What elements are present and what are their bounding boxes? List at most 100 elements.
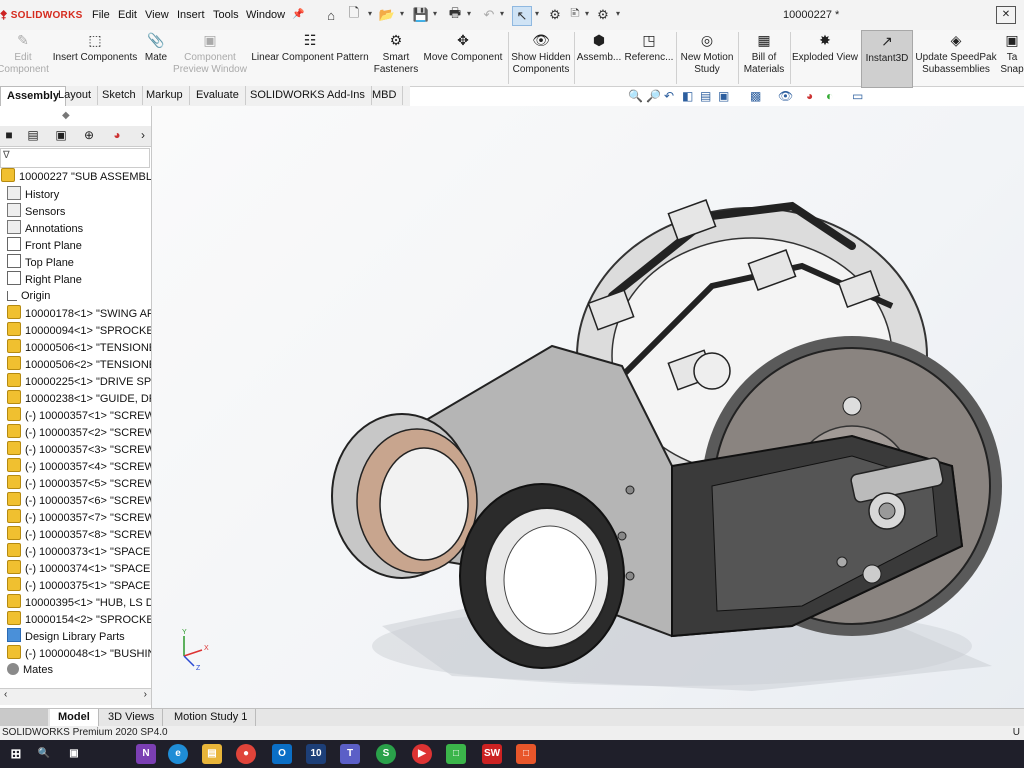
- tree-item[interactable]: 10000506<1> "TENSIONER: [0, 339, 151, 356]
- chevron-down-icon[interactable]: ▾: [467, 9, 471, 18]
- zoom-to-fit-icon[interactable]: 🔍: [628, 89, 643, 103]
- undo-icon[interactable]: ↶: [480, 6, 498, 24]
- panel-collapse-handle[interactable]: ◆: [62, 110, 70, 121]
- take-snapshot-button[interactable]: ▣ Ta Snap: [1000, 30, 1024, 86]
- tab-evaluate[interactable]: Evaluate: [190, 86, 246, 105]
- tree-item[interactable]: (-) 10000357<5> "SCREW,: [0, 475, 151, 492]
- menu-view[interactable]: View: [145, 9, 169, 21]
- tab-3d-views[interactable]: 3D Views: [100, 709, 164, 726]
- tree-filter-input[interactable]: ∇: [0, 148, 150, 168]
- onenote-icon[interactable]: N: [136, 744, 156, 764]
- tree-item[interactable]: Top Plane: [0, 254, 151, 271]
- display-style-icon[interactable]: ▩: [750, 89, 761, 103]
- update-speedpak-button[interactable]: ◈ Update SpeedPak Subassemblies: [913, 30, 999, 86]
- menu-file[interactable]: File: [92, 9, 110, 21]
- instant3d-button[interactable]: ↗ Instant3D: [861, 30, 913, 88]
- menu-tools[interactable]: Tools: [213, 9, 239, 21]
- scroll-right-icon[interactable]: ›: [144, 689, 147, 700]
- chevron-down-icon[interactable]: ▾: [535, 9, 539, 18]
- app-10-icon[interactable]: 10: [306, 744, 326, 764]
- tree-item[interactable]: 10000178<1> "SWING ARM: [0, 305, 151, 322]
- tree-item[interactable]: Sensors: [0, 203, 151, 220]
- outlook-icon[interactable]: O: [272, 744, 292, 764]
- traffic-light-icon[interactable]: ⚙: [546, 6, 564, 24]
- print-icon[interactable]: 🖶: [446, 5, 464, 24]
- assembly-features-button[interactable]: ⬢ Assemb...: [576, 30, 622, 86]
- tree-item[interactable]: (-) 10000375<1> "SPACER,: [0, 577, 151, 594]
- display-manager-tab-icon[interactable]: ◕: [108, 128, 126, 144]
- dynamic-annotation-icon[interactable]: ▤: [700, 89, 711, 103]
- new-document-icon[interactable]: 🗋: [345, 5, 363, 24]
- configuration-manager-tab-icon[interactable]: ▣: [52, 128, 70, 144]
- tree-item[interactable]: 10000238<1> "GUIDE, DRI: [0, 390, 151, 407]
- section-view-icon[interactable]: ◧: [682, 89, 693, 103]
- tree-item[interactable]: (-) 10000357<6> "SCREW,: [0, 492, 151, 509]
- app-green-icon[interactable]: S: [376, 744, 396, 764]
- exploded-view-button[interactable]: ✸ Exploded View: [792, 30, 858, 86]
- chevron-down-icon[interactable]: ▾: [368, 9, 372, 18]
- chevron-down-icon[interactable]: ▾: [616, 9, 620, 18]
- zoom-to-area-icon[interactable]: 🔎: [646, 89, 661, 103]
- app-red-icon[interactable]: ▶: [412, 744, 432, 764]
- tree-item[interactable]: 10000395<1> "HUB, LS DR: [0, 594, 151, 611]
- tab-layout[interactable]: Layout: [52, 86, 99, 105]
- tree-root-assembly[interactable]: 10000227 "SUB ASSEMBLY, LH: [0, 168, 151, 185]
- tab-model[interactable]: Model: [50, 709, 99, 726]
- solidworks-icon[interactable]: SW: [482, 744, 502, 764]
- tab-solidworks-addins[interactable]: SOLIDWORKS Add-Ins: [244, 86, 372, 105]
- view-settings-icon[interactable]: ▭: [852, 89, 863, 103]
- chevron-down-icon[interactable]: ▾: [585, 9, 589, 18]
- move-component-button[interactable]: ✥ Move Component: [420, 30, 506, 86]
- options-gear-icon[interactable]: ⚙: [594, 6, 612, 24]
- menu-edit[interactable]: Edit: [118, 9, 137, 21]
- reference-geometry-button[interactable]: ◳ Referenc...: [624, 30, 674, 86]
- save-icon[interactable]: 💾: [412, 6, 430, 24]
- menu-window[interactable]: Window: [246, 9, 285, 21]
- teams-icon[interactable]: T: [340, 744, 360, 764]
- dimxpert-tab-icon[interactable]: ⊕: [80, 128, 98, 144]
- feature-manager-tab-icon[interactable]: ■: [0, 128, 18, 144]
- tree-item[interactable]: (-) 10000374<1> "SPACER,: [0, 560, 151, 577]
- bill-of-materials-button[interactable]: ▦ Bill of Materials: [740, 30, 788, 86]
- previous-view-icon[interactable]: ↶: [664, 89, 674, 103]
- tree-item[interactable]: Annotations: [0, 220, 151, 237]
- file-properties-icon[interactable]: 🗈: [566, 5, 584, 24]
- component-preview-window-button[interactable]: ▣ Component Preview Window: [172, 30, 248, 86]
- graphics-viewport[interactable]: X Y Z: [152, 106, 1024, 708]
- tree-item[interactable]: Right Plane: [0, 271, 151, 288]
- solidworks-logo[interactable]: ⯞ SOLIDWORKS: [0, 8, 83, 25]
- tree-item[interactable]: Design Library Parts: [0, 628, 151, 645]
- hide-show-items-icon[interactable]: 👁: [778, 89, 793, 103]
- edge-icon[interactable]: e: [168, 744, 188, 764]
- chevron-down-icon[interactable]: ▾: [500, 9, 504, 18]
- chrome-icon[interactable]: ●: [236, 744, 256, 764]
- tab-scroll-arrows[interactable]: [0, 709, 48, 726]
- insert-components-button[interactable]: ⬚ Insert Components: [50, 30, 140, 86]
- tab-motion-study-1[interactable]: Motion Study 1: [166, 709, 257, 726]
- pin-icon[interactable]: 📌: [292, 9, 304, 20]
- assembly-model-render[interactable]: X Y Z: [152, 106, 1024, 708]
- show-hidden-components-button[interactable]: 👁 Show Hidden Components: [510, 30, 572, 86]
- tree-item[interactable]: (-) 10000357<1> "SCREW,: [0, 407, 151, 424]
- tree-item[interactable]: 10000094<1> "SPROCKET,: [0, 322, 151, 339]
- tree-item[interactable]: History: [0, 186, 151, 203]
- linear-component-pattern-button[interactable]: ☷ Linear Component Pattern: [250, 30, 370, 86]
- tree-item[interactable]: 10000154<2> "SPROCKET: [0, 611, 151, 628]
- apply-scene-icon[interactable]: ◐: [826, 89, 833, 103]
- mate-button[interactable]: 📎 Mate: [140, 30, 172, 86]
- file-explorer-icon[interactable]: ▤: [202, 744, 222, 764]
- chevron-right-icon[interactable]: ›: [134, 128, 152, 144]
- new-motion-study-button[interactable]: ◎ New Motion Study: [678, 30, 736, 86]
- edit-component-button[interactable]: ✎ Edit Component: [0, 30, 49, 86]
- task-view-icon[interactable]: ▣: [64, 744, 84, 764]
- edit-appearance-icon[interactable]: ◕: [806, 89, 813, 103]
- tree-item[interactable]: (-) 10000357<2> "SCREW,: [0, 424, 151, 441]
- open-folder-icon[interactable]: 📂: [378, 6, 396, 24]
- select-pointer-icon[interactable]: ↖: [512, 6, 532, 26]
- tab-markup[interactable]: Markup: [140, 86, 190, 105]
- chevron-down-icon[interactable]: ▾: [400, 9, 404, 18]
- tree-item[interactable]: (-) 10000357<8> "SCREW,: [0, 526, 151, 543]
- tree-item[interactable]: Mates: [0, 662, 151, 679]
- tree-item[interactable]: 10000506<2> "TENSIONER: [0, 356, 151, 373]
- windows-logo-icon[interactable]: ⊞: [6, 744, 26, 764]
